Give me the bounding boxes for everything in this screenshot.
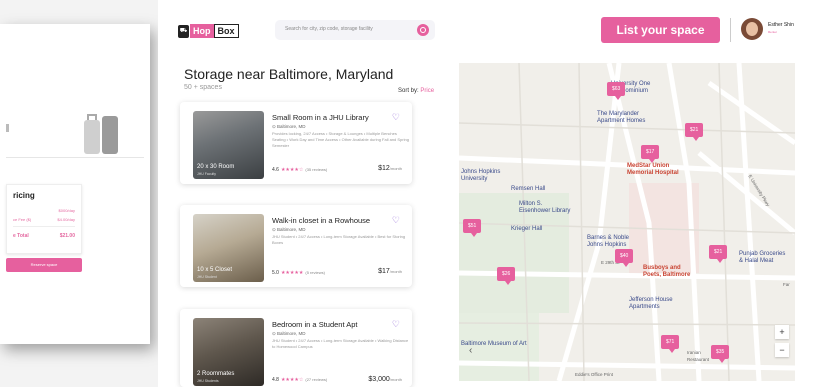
price-pin[interactable]: $21 <box>709 245 728 263</box>
list-your-space-button[interactable]: List your space <box>601 17 720 43</box>
map-label: MedStar Union Memorial Hospital <box>627 163 679 176</box>
map-label: Iranian Restaurant <box>687 350 710 362</box>
thumb-host: JHU Faculty <box>197 172 217 176</box>
search-input[interactable]: Search for city, zip code, storage facil… <box>275 20 435 40</box>
listing-title[interactable]: Walk-in closet in a Rowhouse <box>272 216 370 225</box>
sort-label: Sort by: <box>398 88 419 94</box>
map-label: Krieger Hall <box>511 226 543 232</box>
listing-rating: 5.0 ★★★★★ (5 reviews) <box>272 270 325 276</box>
pricing-box: ricing $000/day ce Fee ($) $4.00/day e T… <box>6 184 82 254</box>
star-icons: ★★★★☆ <box>280 377 304 383</box>
map-label: Jefferson House Apartments <box>629 297 673 310</box>
listing-description: Provides locking, 24/7 Access • Storage … <box>272 131 409 148</box>
price-pin[interactable]: $35 <box>711 345 730 363</box>
listing-card[interactable]: 20 x 30 Room JHU Faculty Small Room in a… <box>180 102 412 184</box>
price-pin[interactable]: $26 <box>497 267 516 285</box>
zoom-out-button[interactable]: − <box>775 343 789 357</box>
price-pin[interactable]: $21 <box>685 123 704 141</box>
price-pin[interactable]: $71 <box>661 335 680 353</box>
map-label: The Marylander Apartment Homes <box>597 111 646 124</box>
listing-price: $12/month <box>378 165 402 172</box>
map-label: Far <box>783 282 790 287</box>
map[interactable]: University One Condominium The Marylander… <box>459 63 795 381</box>
listing-description: JHU Student • 24/7 Access • Long-term St… <box>272 338 409 349</box>
price-pin[interactable]: $63 <box>607 82 626 100</box>
page-title: Storage near Baltimore, Maryland <box>184 66 394 82</box>
map-label: Barnes & Noble Johns Hopkins <box>587 235 630 248</box>
listing-rating: 4.6 ★★★★☆ (35 reviews) <box>272 167 328 173</box>
user-role: Renter <box>768 30 778 34</box>
listing-location: ⊙ Baltimore, MD <box>272 124 306 129</box>
main-page: ⛟ Hop Box Search for city, zip code, sto… <box>158 0 816 387</box>
search-placeholder: Search for city, zip code, storage facil… <box>285 26 373 32</box>
logo-hop: Hop <box>190 24 214 38</box>
reserve-space-button[interactable]: Reserve space <box>6 258 82 272</box>
logo-box: Box <box>213 24 239 38</box>
listing-description: JHU Student • 24/7 Access • Long-term St… <box>272 234 406 245</box>
suitcase-icon <box>84 114 118 154</box>
map-back-icon[interactable]: ‹ <box>469 345 472 356</box>
pricing-title: ricing <box>13 191 35 200</box>
listing-price: $17/month <box>378 268 402 275</box>
pricing-row: $000/day <box>58 208 75 213</box>
listing-card[interactable]: 10 x 5 Closet JHU Student Walk-in closet… <box>180 205 412 287</box>
thumb-label: 20 x 30 Room <box>197 164 235 170</box>
image-area <box>6 58 144 158</box>
dolly-icon: ⛟ <box>178 24 189 38</box>
thumb-label: 10 x 5 Closet <box>197 267 233 273</box>
heart-icon[interactable]: ♡ <box>392 112 400 123</box>
screen: ricing $000/day ce Fee ($) $4.00/day e T… <box>0 0 816 387</box>
divider <box>730 18 731 42</box>
heart-icon[interactable]: ♡ <box>392 215 400 226</box>
listing-title[interactable]: Bedroom in a Student Apt <box>272 320 357 329</box>
divider <box>6 124 9 132</box>
listing-photo[interactable]: 20 x 30 Room JHU Faculty <box>193 111 264 179</box>
price-pin[interactable]: $51 <box>463 219 482 237</box>
price-pin[interactable]: $40 <box>615 249 634 267</box>
sort-value[interactable]: Price <box>420 88 434 94</box>
heart-icon[interactable]: ♡ <box>392 319 400 330</box>
listing-card[interactable]: 2 Roommates JHU Students Bedroom in a St… <box>180 309 412 387</box>
star-icons: ★★★★☆ <box>280 167 304 173</box>
avatar[interactable] <box>741 18 763 40</box>
map-label: Johns Hopkins University <box>461 169 501 182</box>
listing-photo[interactable]: 2 Roommates JHU Students <box>193 318 264 386</box>
results-count: 50 + spaces <box>184 84 222 91</box>
thumb-label: 2 Roommates <box>197 371 235 377</box>
listing-price: $3,000/month <box>368 376 402 383</box>
user-name[interactable]: Esther Shin <box>768 22 794 28</box>
background-detail-panel: ricing $000/day ce Fee ($) $4.00/day e T… <box>0 24 150 344</box>
listing-rating: 4.8 ★★★★☆ (27 reviews) <box>272 377 328 383</box>
price-pin[interactable]: $17 <box>641 145 660 163</box>
pricing-row: ce Fee ($) $4.00/day <box>13 217 75 222</box>
listing-location: ⊙ Baltimore, MD <box>272 331 306 336</box>
listing-title[interactable]: Small Room in a JHU Library <box>272 113 369 122</box>
pricing-total: e Total $21.00 <box>13 226 75 239</box>
sort-control[interactable]: Sort by: Price <box>398 88 434 94</box>
thumb-host: JHU Student <box>197 275 217 279</box>
map-label: Eddie's Office Print <box>575 372 614 377</box>
logo[interactable]: ⛟ Hop Box <box>178 23 239 39</box>
header: ⛟ Hop Box Search for city, zip code, sto… <box>158 14 816 48</box>
search-icon[interactable] <box>417 24 429 36</box>
listing-photo[interactable]: 10 x 5 Closet JHU Student <box>193 214 264 282</box>
map-label: Milton S. Eisenhower Library <box>519 201 571 214</box>
map-label: Punjab Groceries & Halal Meat <box>739 251 786 264</box>
map-label: Busboys and Poets, Baltimore <box>643 265 691 278</box>
map-label: Remsen Hall <box>511 186 546 192</box>
listing-location: ⊙ Baltimore, MD <box>272 227 306 232</box>
zoom-in-button[interactable]: + <box>775 325 789 339</box>
thumb-host: JHU Students <box>197 379 219 383</box>
star-icons: ★★★★★ <box>280 270 304 276</box>
